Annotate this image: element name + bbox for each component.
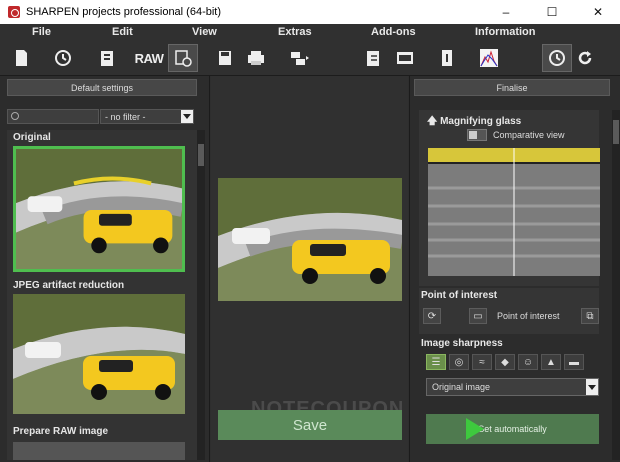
settings-button[interactable] — [168, 44, 198, 72]
histogram-icon — [480, 49, 498, 67]
sharpness-mode-icons: ☰ ◎ ≈ ◆ ☺ ▲ ▬ — [426, 354, 584, 370]
settings-icon — [175, 50, 192, 67]
presets-panel: Default settings - no filter - Original — [0, 76, 210, 462]
new-file-icon — [16, 50, 27, 66]
open-file-icon — [101, 51, 113, 66]
raw-icon: RAW — [134, 50, 164, 66]
finalise-panel: Finalise 🡅 Magnifying glass Comparative … — [409, 76, 620, 462]
export-icon — [291, 52, 309, 65]
landscape-icon[interactable]: ▬ — [564, 354, 584, 370]
redo-icon — [578, 51, 592, 65]
redo-button[interactable] — [570, 44, 600, 72]
menu-bar: File Edit View Extras Add-ons Informatio… — [0, 24, 620, 40]
default-settings-button[interactable]: Default settings — [7, 79, 197, 96]
app-window: SHARPEN projects professional (64-bit) –… — [0, 0, 620, 462]
sharpness-dropdown-value: Original image — [432, 382, 491, 392]
menu-view[interactable]: View — [192, 26, 217, 38]
diamond-icon[interactable]: ◆ — [495, 354, 515, 370]
poi-title: Point of interest — [421, 290, 498, 301]
preview-panel: NOTECOUPON Save — [211, 76, 408, 462]
open-file-button[interactable] — [92, 44, 122, 72]
filmstrip-icon — [397, 52, 413, 64]
history-icon — [55, 50, 71, 66]
app-logo-icon — [8, 6, 20, 18]
preset-title: Original — [13, 132, 51, 143]
search-icon — [11, 112, 19, 120]
save-toolbar-button[interactable] — [210, 44, 240, 72]
camera-icon[interactable]: ◎ — [449, 354, 469, 370]
magnifier-view[interactable] — [428, 148, 600, 276]
menu-extras[interactable]: Extras — [278, 26, 312, 38]
scrollbar-thumb[interactable] — [613, 120, 619, 144]
clock-button[interactable] — [542, 44, 572, 72]
search-input[interactable] — [7, 109, 99, 124]
filter-value: - no filter - — [105, 112, 146, 122]
maximize-button[interactable]: ☐ — [529, 0, 575, 24]
histogram-button[interactable] — [474, 44, 504, 72]
poi-square-icon[interactable]: ▭ — [469, 308, 487, 324]
comparative-view-label: Comparative view — [493, 130, 565, 140]
minimize-button[interactable]: – — [483, 0, 529, 24]
presets-scrollbar[interactable] — [197, 130, 205, 460]
point-of-interest-section: Point of interest ⟳ ▭ Point of interest … — [419, 288, 599, 334]
sharpness-title: Image sharpness — [421, 338, 503, 349]
info-icon — [442, 50, 452, 66]
new-file-button[interactable] — [6, 44, 36, 72]
preset-list: Original JPEG artifact reduction Prepare… — [7, 130, 197, 460]
set-automatically-button[interactable]: Set automatically — [426, 414, 599, 444]
clock-icon — [549, 50, 565, 66]
finalise-button[interactable]: Finalise — [414, 79, 610, 96]
close-button[interactable]: ✕ — [575, 0, 620, 24]
toolbar: RAW — [0, 40, 620, 76]
filter-dropdown[interactable]: - no filter - — [100, 109, 194, 124]
print-icon — [248, 51, 264, 65]
window-title: SHARPEN projects professional (64-bit) — [26, 6, 222, 18]
save-button[interactable]: Save — [218, 410, 402, 440]
document-icon[interactable]: ☰ — [426, 354, 446, 370]
preset-thumbnail-original[interactable] — [13, 146, 185, 272]
preset-thumbnail-jpeg[interactable] — [13, 294, 185, 414]
preset-thumbnail-raw[interactable] — [13, 442, 185, 460]
mountain-icon[interactable]: ▲ — [541, 354, 561, 370]
menu-information[interactable]: Information — [475, 26, 536, 38]
filmstrip-button[interactable] — [390, 44, 420, 72]
scrollbar-thumb[interactable] — [198, 144, 204, 166]
info-button[interactable] — [432, 44, 462, 72]
export-button[interactable] — [284, 44, 314, 72]
preset-title: JPEG artifact reduction — [13, 280, 125, 291]
chevron-down-icon — [586, 379, 598, 395]
chevron-down-icon — [181, 110, 193, 123]
export-batch-button[interactable] — [358, 44, 388, 72]
comparative-view-toggle[interactable] — [467, 129, 487, 141]
set-automatically-label: Set automatically — [478, 424, 547, 434]
menu-file[interactable]: File — [32, 26, 51, 38]
raw-button[interactable]: RAW — [134, 44, 164, 72]
preset-title: Prepare RAW image — [13, 426, 109, 437]
wave-icon[interactable]: ≈ — [472, 354, 492, 370]
portrait-icon[interactable]: ☺ — [518, 354, 538, 370]
title-bar: SHARPEN projects professional (64-bit) –… — [0, 0, 620, 24]
export-batch-icon — [367, 51, 379, 66]
save-icon — [219, 51, 231, 65]
finalise-scrollbar[interactable] — [612, 110, 620, 460]
refresh-icon[interactable]: ⟳ — [423, 308, 441, 324]
menu-edit[interactable]: Edit — [112, 26, 133, 38]
print-button[interactable] — [241, 44, 271, 72]
history-button[interactable] — [48, 44, 78, 72]
auto-play-icon — [466, 418, 484, 440]
menu-addons[interactable]: Add-ons — [371, 26, 416, 38]
poi-options-icon[interactable]: ⧉ — [581, 308, 599, 324]
poi-button-label[interactable]: Point of interest — [497, 311, 560, 321]
sharpness-dropdown[interactable]: Original image — [426, 378, 599, 396]
image-preview[interactable] — [218, 178, 402, 301]
